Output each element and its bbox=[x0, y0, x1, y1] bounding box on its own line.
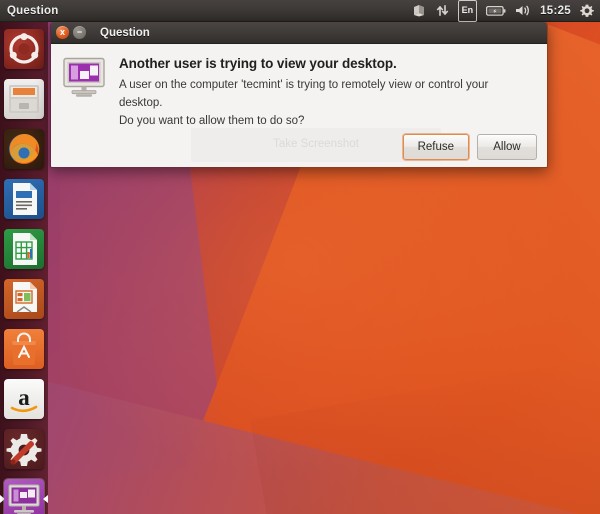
allow-button[interactable]: Allow bbox=[477, 134, 537, 160]
dialog-message-line-1: A user on the computer 'tecmint' is tryi… bbox=[119, 77, 533, 113]
dialog-title: Question bbox=[100, 27, 150, 39]
launcher-item-libreoffice-writer[interactable] bbox=[0, 174, 48, 224]
background-window-ghost-label: Take Screenshot bbox=[201, 138, 431, 150]
remote-desktop-monitor-icon bbox=[61, 57, 107, 99]
bluetooth-icon[interactable] bbox=[412, 0, 427, 22]
panel-indicator-area: En 15:25 bbox=[412, 0, 600, 22]
dialog-button-row: Refuse Allow bbox=[403, 134, 537, 160]
libreoffice-calc-icon bbox=[4, 229, 44, 269]
desktop-screen: Question En bbox=[0, 0, 600, 514]
gear-icon[interactable] bbox=[580, 0, 594, 22]
launcher-item-desktop-sharing[interactable] bbox=[0, 474, 48, 514]
launcher-item-amazon[interactable]: a bbox=[0, 374, 48, 424]
launcher-item-firefox[interactable] bbox=[0, 124, 48, 174]
system-settings-icon bbox=[4, 429, 44, 469]
dialog-heading: Another user is trying to view your desk… bbox=[119, 56, 533, 73]
launcher-item-libreoffice-calc[interactable] bbox=[0, 224, 48, 274]
panel-app-title[interactable]: Question bbox=[7, 5, 58, 17]
dialog-texts: Another user is trying to view your desk… bbox=[119, 56, 533, 130]
libreoffice-impress-icon bbox=[4, 279, 44, 319]
close-icon[interactable]: x bbox=[56, 26, 69, 39]
dialog-message-line-2: Do you want to allow them to do so? bbox=[119, 113, 533, 131]
svg-text:a: a bbox=[18, 385, 30, 410]
dialog-content: Another user is trying to view your desk… bbox=[61, 56, 533, 130]
desktop-sharing-icon bbox=[4, 479, 44, 514]
firefox-icon bbox=[4, 129, 44, 169]
panel-clock[interactable]: 15:25 bbox=[540, 5, 571, 17]
launcher-item-ubuntu-dash[interactable] bbox=[0, 24, 48, 74]
dialog-titlebar[interactable]: x − Question bbox=[51, 22, 547, 44]
minimize-icon[interactable]: − bbox=[73, 26, 86, 39]
battery-icon[interactable] bbox=[486, 0, 506, 22]
launcher-item-ubuntu-software[interactable] bbox=[0, 324, 48, 374]
libreoffice-writer-icon bbox=[4, 179, 44, 219]
ubuntu-logo-icon bbox=[4, 29, 44, 69]
question-dialog: x − Question Take Screenshot bbox=[50, 22, 548, 168]
unity-launcher: a bbox=[0, 22, 48, 514]
amazon-icon: a bbox=[4, 379, 44, 419]
launcher-item-libreoffice-impress[interactable] bbox=[0, 274, 48, 324]
refuse-button[interactable]: Refuse bbox=[403, 134, 469, 160]
volume-icon[interactable] bbox=[515, 0, 531, 22]
launcher-item-system-settings[interactable] bbox=[0, 424, 48, 474]
launcher-item-files[interactable] bbox=[0, 74, 48, 124]
file-cabinet-icon bbox=[4, 79, 44, 119]
dialog-body: Take Screenshot bbox=[51, 44, 547, 168]
network-icon[interactable] bbox=[436, 0, 449, 22]
ubuntu-software-bag-icon bbox=[4, 329, 44, 369]
top-panel: Question En bbox=[0, 0, 600, 22]
keyboard-layout-icon[interactable]: En bbox=[458, 0, 478, 22]
